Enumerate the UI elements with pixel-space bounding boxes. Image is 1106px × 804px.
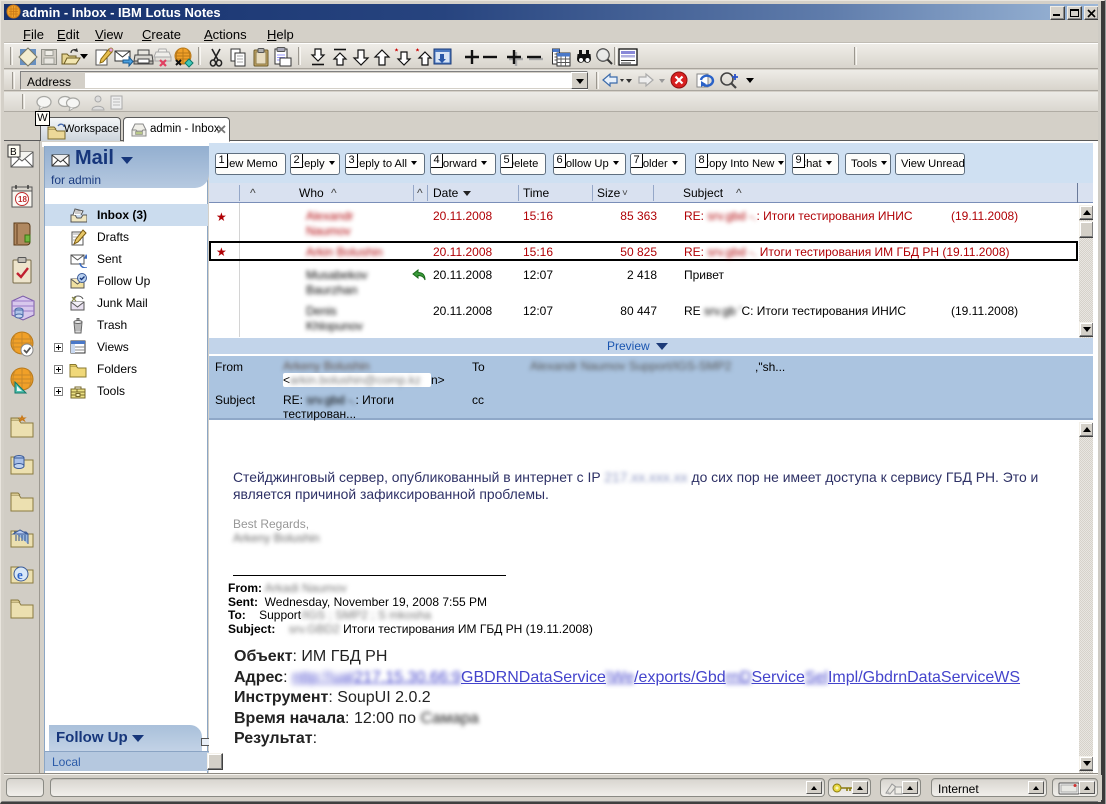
svg-text:B: B bbox=[10, 147, 17, 158]
svg-text:18: 18 bbox=[18, 195, 27, 204]
svg-text:e: e bbox=[17, 567, 23, 582]
